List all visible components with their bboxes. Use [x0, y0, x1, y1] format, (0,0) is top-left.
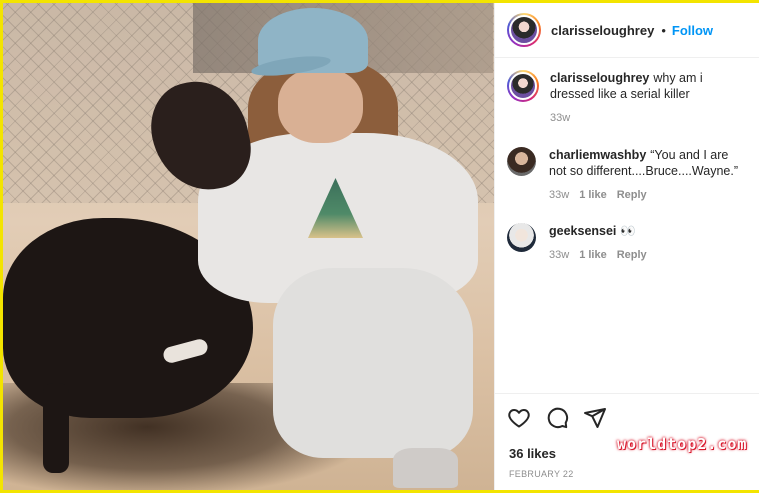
commenter-avatar[interactable] [507, 223, 536, 252]
commenter-avatar[interactable] [507, 147, 536, 176]
comment-likes[interactable]: 1 like [579, 187, 607, 203]
comment-age[interactable]: 33w [549, 247, 569, 263]
comment-text: 👀 [620, 224, 636, 238]
author-avatar[interactable] [507, 13, 541, 47]
comment-meta: 33w 1 like Reply [549, 247, 749, 263]
comments-section: clarisseloughrey why am i dressed like a … [495, 58, 759, 393]
comment-item: geeksensei 👀 33w 1 like Reply [507, 223, 749, 263]
share-icon[interactable] [583, 406, 607, 430]
caption-meta: 33w [550, 110, 750, 126]
child-pants [273, 268, 473, 458]
comment-body: geeksensei 👀 33w 1 like Reply [549, 223, 749, 263]
likes-count[interactable]: 36 likes [509, 446, 556, 461]
caption: clarisseloughrey why am i dressed like a … [507, 70, 750, 126]
reply-button[interactable]: Reply [617, 247, 647, 263]
post-side-panel: clarisseloughrey • Follow clarisseloughr… [494, 3, 759, 490]
caption-line: clarisseloughrey why am i dressed like a … [550, 70, 750, 102]
action-icons [507, 406, 607, 430]
comment-username[interactable]: geeksensei [549, 224, 616, 238]
reply-button[interactable]: Reply [617, 187, 647, 203]
post-date[interactable]: FEBRUARY 22 [509, 469, 574, 479]
comment-username[interactable]: charliemwashby [549, 148, 646, 162]
comment-likes[interactable]: 1 like [579, 247, 607, 263]
heart-icon[interactable] [507, 406, 531, 430]
comment-icon[interactable] [545, 406, 569, 430]
post-photo[interactable] [3, 3, 494, 490]
child-face [278, 68, 363, 143]
author-username[interactable]: clarisseloughrey [551, 23, 654, 38]
separator-dot: • [661, 22, 666, 38]
comment-line: charliemwashby “You and I are not so diff… [549, 147, 749, 179]
post-frame: clarisseloughrey • Follow clarisseloughr… [0, 0, 759, 493]
site-watermark: worldtop2.com [617, 435, 748, 453]
comment-item: charliemwashby “You and I are not so diff… [507, 147, 749, 203]
child-shoe [393, 448, 458, 488]
caption-age[interactable]: 33w [550, 110, 570, 126]
comment-line: geeksensei 👀 [549, 223, 749, 239]
comment-body: charliemwashby “You and I are not so diff… [549, 147, 749, 203]
goat-leg [43, 383, 69, 473]
caption-avatar-image [509, 72, 537, 100]
author-avatar-image [509, 15, 539, 45]
comment-meta: 33w 1 like Reply [549, 187, 749, 203]
post-header: clarisseloughrey • Follow [495, 3, 759, 58]
caption-avatar[interactable] [507, 70, 539, 102]
comment-age[interactable]: 33w [549, 187, 569, 203]
follow-button[interactable]: Follow [672, 23, 713, 38]
caption-body: clarisseloughrey why am i dressed like a … [550, 70, 750, 126]
caption-username[interactable]: clarisseloughrey [550, 71, 649, 85]
